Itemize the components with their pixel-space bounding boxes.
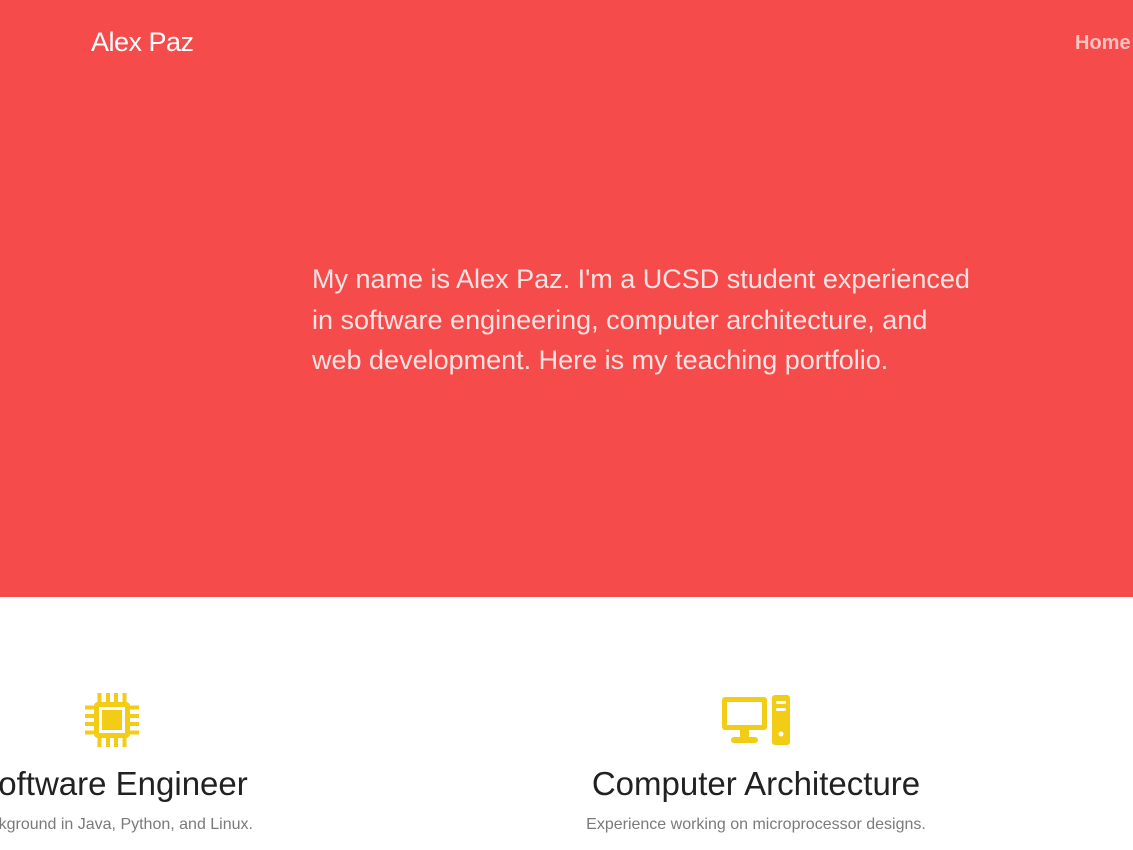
feature-description: Background in Java, Python, and Linux. (0, 816, 253, 833)
feature-description: Experience working on microprocessor des… (586, 816, 926, 833)
intro-text: My name is Alex Paz. I'm a UCSD student … (312, 264, 970, 375)
feature-software-engineer: Software Engineer Background in Java, Py… (0, 690, 367, 850)
microchip-icon (85, 693, 139, 747)
desktop-computer-icon (722, 695, 790, 745)
nav-link-home[interactable]: Home (1075, 30, 1131, 56)
feature-title: Software Engineer (0, 765, 248, 802)
feature-title: Computer Architecture (591, 765, 921, 802)
feature-computer-architecture: Computer Architecture Experience working… (501, 690, 1011, 850)
hero-section: Alex Paz Home My name is Alex Paz. I'm a… (0, 0, 1133, 597)
brand-link[interactable]: Alex Paz (91, 24, 194, 60)
